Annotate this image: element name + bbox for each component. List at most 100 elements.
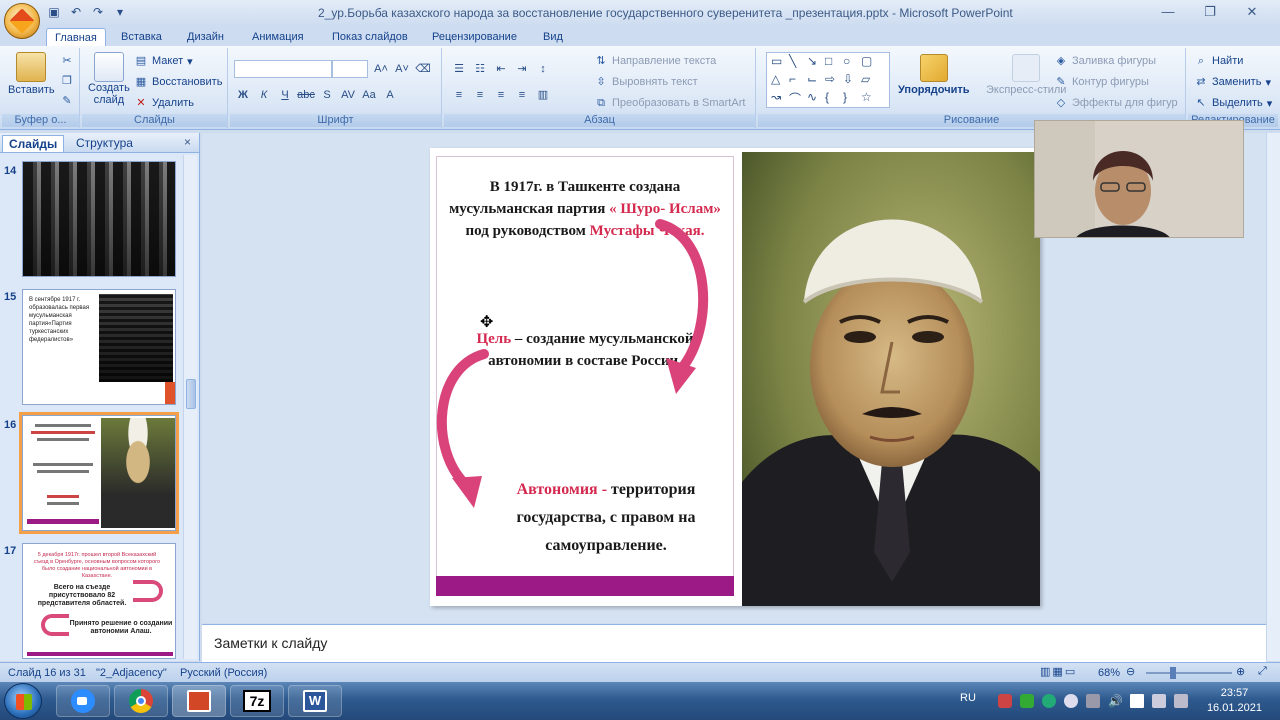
start-button[interactable] [4, 683, 42, 719]
sorter-view-icon[interactable]: ▦ [1052, 666, 1064, 678]
close-icon[interactable]: ✕ [1232, 2, 1272, 22]
align-right-icon[interactable]: ≡ [492, 86, 510, 104]
underline-icon[interactable]: Ч [276, 86, 294, 104]
maximize-icon[interactable]: ❐ [1190, 2, 1230, 22]
italic-icon[interactable]: К [255, 86, 273, 104]
freeform-shape-icon[interactable]: ∿ [807, 90, 825, 108]
tray-edge-icon[interactable] [1042, 694, 1056, 708]
close-pane-icon[interactable]: × [184, 135, 191, 149]
slideshow-view-icon[interactable]: ▭ [1065, 666, 1077, 678]
justify-icon[interactable]: ≡ [513, 86, 531, 104]
powerpoint-app-button[interactable] [172, 685, 226, 717]
office-button[interactable] [4, 3, 40, 39]
paste-button[interactable]: Вставить [8, 52, 55, 96]
7zip-app-button[interactable]: 7z [230, 685, 284, 717]
tab-slides[interactable]: Слайды [2, 135, 65, 152]
format-painter-button[interactable]: ✎ [60, 94, 74, 108]
tab-review[interactable]: Рецензирование [424, 28, 525, 46]
status-language[interactable]: Русский (Россия) [180, 667, 267, 679]
tray-network-icon[interactable] [1086, 694, 1100, 708]
chrome-app-button[interactable] [114, 685, 168, 717]
tray-flag-icon[interactable] [1130, 694, 1144, 708]
increase-indent-icon[interactable]: ⇥ [513, 60, 531, 78]
status-theme[interactable]: "2_Adjacency" [96, 667, 167, 679]
tray-power-icon[interactable] [1174, 694, 1188, 708]
shrink-font-icon[interactable]: A˅ [393, 60, 411, 78]
font-size-combo[interactable] [332, 60, 368, 78]
save-icon[interactable]: ▣ [46, 4, 62, 20]
slide-thumbnail-16[interactable] [19, 412, 179, 534]
callout-shape-icon[interactable]: ▱ [861, 72, 879, 90]
shape-fill-button[interactable]: ◈ Заливка фигуры [1054, 54, 1156, 68]
grow-font-icon[interactable]: A˄ [372, 60, 390, 78]
tab-insert[interactable]: Вставка [113, 28, 170, 46]
find-button[interactable]: ⌕ Найти [1194, 54, 1243, 68]
tray-app-icon[interactable] [998, 694, 1012, 708]
curve-shape-icon[interactable]: ↝ [771, 90, 789, 108]
tray-volume-icon[interactable]: 🔊 [1108, 694, 1123, 708]
textbox-shape-icon[interactable]: ▭ [771, 54, 789, 72]
triangle-shape-icon[interactable]: △ [771, 72, 789, 90]
zoom-in-icon[interactable]: ⊕ [1236, 665, 1245, 678]
bold-icon[interactable]: Ж [234, 86, 252, 104]
elbow-shape-icon[interactable]: ⌐ [789, 72, 807, 90]
language-indicator[interactable]: RU [960, 692, 976, 704]
arrange-button[interactable]: Упорядочить [898, 54, 970, 96]
shape-effects-button[interactable]: ◇ Эффекты для фигур [1054, 96, 1178, 110]
font-color-icon[interactable]: A [381, 86, 399, 104]
spacing-icon[interactable]: AV [339, 86, 357, 104]
text-direction-button[interactable]: ⇅ Направление текста [594, 54, 716, 68]
brace-left-shape-icon[interactable]: { [825, 90, 843, 108]
smartart-button[interactable]: ⧉ Преобразовать в SmartArt [594, 96, 745, 110]
normal-view-icon[interactable]: ▥ [1040, 666, 1052, 678]
tab-outline[interactable]: Структура [70, 135, 139, 152]
fit-slide-icon[interactable]: ⤢ [1258, 665, 1267, 678]
strikethrough-icon[interactable]: abc [297, 86, 315, 104]
brace-right-shape-icon[interactable]: } [843, 90, 861, 108]
undo-icon[interactable]: ↶ [68, 4, 84, 20]
slide-canvas[interactable]: В 1917г. в Ташкенте создана мусульманска… [430, 148, 1040, 606]
font-name-combo[interactable] [234, 60, 332, 78]
right-arrow-shape-icon[interactable]: ⇨ [825, 72, 843, 90]
bullets-icon[interactable]: ☰ [450, 60, 468, 78]
thumbnail-scrollbar[interactable] [183, 155, 197, 659]
oval-shape-icon[interactable]: ○ [843, 54, 861, 72]
slide-scrollbar[interactable] [1266, 133, 1280, 661]
notes-pane[interactable]: Заметки к слайду [202, 624, 1266, 662]
scrollbar-thumb[interactable] [186, 379, 196, 409]
align-center-icon[interactable]: ≡ [471, 86, 489, 104]
tab-view[interactable]: Вид [535, 28, 571, 46]
copy-button[interactable]: ❐ [60, 74, 74, 88]
minimize-icon[interactable]: — [1148, 2, 1188, 22]
shape-outline-button[interactable]: ✎ Контур фигуры [1054, 75, 1149, 89]
tab-animation[interactable]: Анимация [244, 28, 312, 46]
clock[interactable]: 23:57 16.01.2021 [1207, 686, 1262, 716]
shapes-gallery[interactable]: ▭ ╲ ↘ □ ○ ▢ △ ⌐ ⌙ ⇨ ⇩ ▱ ↝ ⌒ ∿{} ☆ [766, 52, 890, 108]
word-app-button[interactable]: W [288, 685, 342, 717]
zoom-slider-thumb[interactable] [1170, 667, 1176, 679]
line-spacing-icon[interactable]: ↕ [534, 60, 552, 78]
tab-slideshow[interactable]: Показ слайдов [324, 28, 416, 46]
zoom-level[interactable]: 68% [1098, 667, 1120, 679]
tab-home[interactable]: Главная [46, 28, 106, 46]
arrow-line-shape-icon[interactable]: ↘ [807, 54, 825, 72]
portrait-image[interactable] [742, 152, 1040, 606]
qat-dropdown-icon[interactable]: ▾ [112, 4, 128, 20]
rectangle-shape-icon[interactable]: □ [825, 54, 843, 72]
align-left-icon[interactable]: ≡ [450, 86, 468, 104]
tray-sync-icon[interactable] [1064, 694, 1078, 708]
slide-thumbnail-17[interactable]: 5 декабря 1917г. прошел второй Всеказахс… [22, 543, 176, 659]
zoom-out-icon[interactable]: ⊖ [1126, 665, 1135, 678]
decrease-indent-icon[interactable]: ⇤ [492, 60, 510, 78]
star-shape-icon[interactable]: ☆ [861, 90, 879, 108]
cut-button[interactable]: ✂ [60, 54, 74, 68]
numbering-icon[interactable]: ☷ [471, 60, 489, 78]
elbow-arrow-shape-icon[interactable]: ⌙ [807, 72, 825, 90]
tray-shield-icon[interactable] [1020, 694, 1034, 708]
shadow-icon[interactable]: S [318, 86, 336, 104]
delete-slide-button[interactable]: ✕ Удалить [134, 96, 194, 110]
slide-thumbnail-15[interactable]: В сентябре 1917 г. образовалась первая м… [22, 289, 176, 405]
line-shape-icon[interactable]: ╲ [789, 54, 807, 72]
tray-display-icon[interactable] [1152, 694, 1166, 708]
change-case-icon[interactable]: Aa [360, 86, 378, 104]
